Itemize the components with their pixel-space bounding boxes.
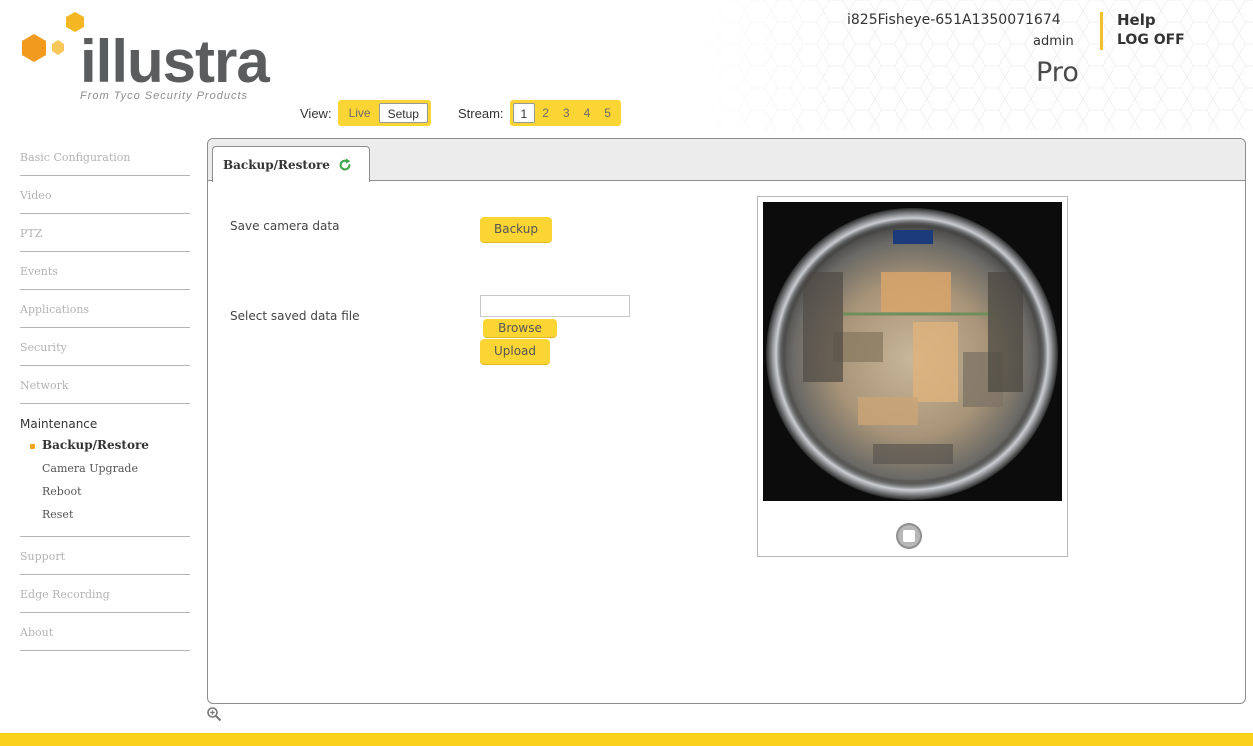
upload-button[interactable]: Upload bbox=[480, 339, 550, 364]
header: illustra From Tyco Security Products Vie… bbox=[0, 0, 1253, 130]
select-data-file-label: Select saved data file bbox=[230, 309, 360, 323]
browse-button[interactable]: Browse bbox=[483, 319, 557, 337]
logo-mark-icon bbox=[22, 12, 84, 62]
view-setup-button[interactable]: Setup bbox=[378, 103, 428, 123]
sidebar-subitem-camera-upgrade[interactable]: Camera Upgrade bbox=[20, 457, 190, 480]
current-user: admin bbox=[1033, 34, 1074, 49]
fisheye-video-feed bbox=[763, 202, 1062, 501]
logoff-link[interactable]: LOG OFF bbox=[1117, 32, 1185, 48]
sidebar-item-about[interactable]: About bbox=[20, 613, 190, 651]
sidebar-item-ptz[interactable]: PTZ bbox=[20, 214, 190, 252]
view-live-button[interactable]: Live bbox=[341, 103, 379, 123]
sidebar-subitem-label: Backup/Restore bbox=[42, 438, 149, 452]
sidebar-item-support[interactable]: Support bbox=[20, 537, 190, 575]
tab-label: Backup/Restore bbox=[223, 157, 330, 172]
stream-toggle: 1 2 3 4 5 bbox=[509, 100, 621, 126]
sidebar-section-maintenance: Maintenance Backup/Restore Camera Upgrad… bbox=[20, 404, 190, 537]
brand-tagline: From Tyco Security Products bbox=[80, 90, 248, 102]
edition-badge: Pro bbox=[1036, 57, 1079, 88]
fisheye-live-view-icon bbox=[763, 202, 1062, 501]
stream-label: Stream: bbox=[458, 105, 504, 121]
stop-icon[interactable] bbox=[894, 521, 924, 551]
backup-button[interactable]: Backup bbox=[480, 217, 552, 242]
sidebar-item-basic-configuration[interactable]: Basic Configuration bbox=[20, 138, 190, 176]
sidebar-item-maintenance[interactable]: Maintenance bbox=[20, 414, 190, 434]
live-preview bbox=[757, 196, 1068, 557]
stream-4-button[interactable]: 4 bbox=[577, 103, 598, 123]
footer-bar bbox=[0, 733, 1253, 746]
sidebar-item-video[interactable]: Video bbox=[20, 176, 190, 214]
file-path-input[interactable] bbox=[480, 295, 630, 317]
stream-3-button[interactable]: 3 bbox=[556, 103, 577, 123]
stream-5-button[interactable]: 5 bbox=[597, 103, 618, 123]
sidebar-subitem-reboot[interactable]: Reboot bbox=[20, 480, 190, 503]
brand-logo: illustra From Tyco Security Products bbox=[18, 10, 278, 110]
sidebar-item-network[interactable]: Network bbox=[20, 366, 190, 404]
sidebar-item-applications[interactable]: Applications bbox=[20, 290, 190, 328]
refresh-icon[interactable] bbox=[338, 157, 352, 172]
stream-switcher: Stream: 1 2 3 4 5 bbox=[458, 100, 621, 126]
sidebar-item-security[interactable]: Security bbox=[20, 328, 190, 366]
camera-name: i825Fisheye-651A1350071674 bbox=[847, 12, 1061, 28]
stream-2-button[interactable]: 2 bbox=[535, 103, 556, 123]
brand-name: illustra bbox=[80, 28, 270, 95]
header-divider bbox=[1100, 12, 1103, 50]
help-link[interactable]: Help bbox=[1117, 11, 1156, 29]
sidebar-nav: Basic Configuration Video PTZ Events App… bbox=[20, 138, 190, 651]
sidebar-subitem-backup-restore[interactable]: Backup/Restore bbox=[20, 434, 190, 457]
save-camera-data-label: Save camera data bbox=[230, 219, 340, 233]
stream-1-button[interactable]: 1 bbox=[512, 103, 536, 123]
sidebar-subitem-reset[interactable]: Reset bbox=[20, 503, 190, 526]
active-bullet-icon bbox=[30, 444, 35, 449]
sidebar-item-events[interactable]: Events bbox=[20, 252, 190, 290]
content-panel: Backup/Restore Save camera data Backup S… bbox=[207, 138, 1246, 704]
tab-bar: Backup/Restore bbox=[208, 139, 1245, 182]
sidebar-item-edge-recording[interactable]: Edge Recording bbox=[20, 575, 190, 613]
view-label: View: bbox=[300, 105, 332, 121]
view-toggle: Live Setup bbox=[337, 100, 431, 126]
zoom-in-icon[interactable] bbox=[206, 706, 222, 722]
tab-backup-restore[interactable]: Backup/Restore bbox=[212, 146, 370, 182]
view-switcher: View: Live Setup bbox=[300, 100, 431, 126]
